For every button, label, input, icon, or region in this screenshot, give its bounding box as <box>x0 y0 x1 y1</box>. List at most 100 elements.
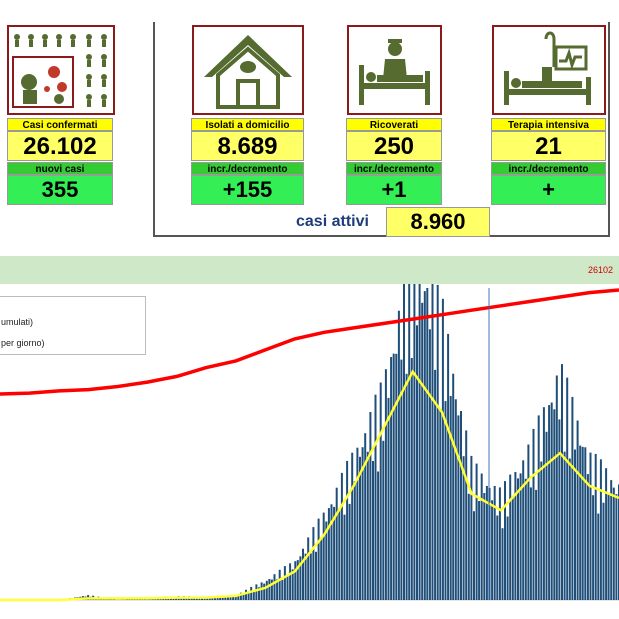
isolati-value: 8.689 <box>191 131 304 161</box>
daily-bar <box>498 487 501 600</box>
legend-item-cumulative: umulati) <box>1 317 34 327</box>
daily-bar <box>372 461 374 600</box>
daily-bar <box>524 478 527 600</box>
daily-bar <box>478 501 481 600</box>
daily-bar <box>594 453 597 600</box>
daily-bar <box>408 284 411 600</box>
daily-bar <box>568 458 571 600</box>
daily-bar <box>491 500 494 600</box>
terapia-value: 21 <box>491 131 606 161</box>
casi-confermati-label: Casi confermati <box>7 118 113 131</box>
daily-bar <box>320 537 323 600</box>
daily-bar <box>602 502 605 600</box>
daily-bar <box>423 291 426 600</box>
daily-bar <box>473 511 475 600</box>
hospital-bed-icon <box>347 25 442 115</box>
daily-bar <box>480 473 483 600</box>
daily-bar <box>309 553 312 600</box>
daily-bar <box>405 373 408 600</box>
daily-bar <box>273 574 276 600</box>
daily-bar <box>586 474 589 600</box>
daily-bar <box>431 284 434 600</box>
daily-bar <box>555 375 558 600</box>
daily-bar <box>351 452 354 600</box>
daily-bar <box>335 487 338 600</box>
daily-bar <box>576 420 579 600</box>
daily-bar <box>599 459 602 600</box>
panel-bottom-border <box>153 235 610 237</box>
daily-bar <box>519 473 522 600</box>
daily-bar <box>514 472 517 600</box>
daily-bar <box>338 509 341 600</box>
daily-bar <box>545 431 548 600</box>
chart-legend: umulati) per giorno) <box>0 296 146 355</box>
casi-confermati-value: 26.102 <box>7 131 113 161</box>
icu-bed-icon <box>492 25 606 115</box>
daily-bar <box>379 382 382 600</box>
terapia-delta-label: incr./decremento <box>491 162 606 175</box>
daily-bar <box>540 461 543 600</box>
daily-bar <box>615 494 618 600</box>
daily-bar <box>465 430 468 600</box>
daily-bar <box>561 364 563 600</box>
ricoverati-delta-value: +1 <box>346 175 442 205</box>
daily-bar <box>517 478 519 600</box>
daily-bar <box>506 516 509 600</box>
crowd-virus-icon <box>7 25 115 115</box>
daily-bar <box>392 353 395 600</box>
daily-bar <box>413 284 416 600</box>
daily-bar <box>566 377 569 600</box>
ricoverati-label: Ricoverati <box>346 118 442 131</box>
daily-bar <box>263 583 266 600</box>
daily-bar <box>330 504 333 600</box>
daily-bar <box>447 333 450 600</box>
isolati-label: Isolati a domicilio <box>191 118 304 131</box>
daily-bar <box>444 401 447 600</box>
daily-bar <box>312 527 315 600</box>
daily-bar <box>532 428 535 600</box>
daily-bar <box>467 493 470 600</box>
daily-bar <box>315 551 317 600</box>
daily-bar <box>348 503 351 600</box>
daily-bar <box>610 480 613 600</box>
daily-bar <box>436 284 439 600</box>
daily-bar <box>597 513 600 600</box>
isolati-delta-label: incr./decremento <box>191 162 304 175</box>
daily-bar <box>428 329 431 600</box>
daily-bar <box>245 589 247 600</box>
ricoverati-value: 250 <box>346 131 442 161</box>
daily-bar <box>397 310 400 600</box>
terapia-delta-value: + <box>491 175 606 205</box>
peak-annotation: 26102 <box>588 265 614 275</box>
daily-bar <box>509 474 512 600</box>
daily-bar <box>294 561 297 600</box>
daily-bar <box>605 468 608 600</box>
daily-bar <box>537 415 540 600</box>
daily-bar <box>374 394 377 600</box>
daily-bar <box>359 456 361 600</box>
daily-bar <box>390 357 393 600</box>
daily-bar <box>340 472 343 600</box>
daily-bar <box>250 586 253 600</box>
daily-bar <box>377 471 380 600</box>
isolati-delta-value: +155 <box>191 175 304 205</box>
chart-header-band <box>0 256 619 284</box>
nuovi-casi-label: nuovi casi <box>7 162 113 175</box>
casi-attivi-value: 8.960 <box>386 207 490 237</box>
daily-bar <box>527 444 530 600</box>
daily-bar <box>542 407 545 600</box>
daily-bar <box>283 566 286 600</box>
daily-bar <box>571 396 574 600</box>
daily-bar <box>454 399 457 600</box>
daily-bar <box>286 575 289 600</box>
daily-bar <box>470 455 473 600</box>
daily-bar <box>441 298 444 600</box>
daily-bar <box>382 440 385 600</box>
legend-item-daily: per giorno) <box>1 338 45 348</box>
daily-bar <box>346 460 349 600</box>
daily-bar <box>589 452 592 600</box>
daily-bar <box>584 447 587 600</box>
daily-bar <box>289 563 292 600</box>
daily-bar <box>353 481 356 600</box>
daily-bar <box>449 396 452 600</box>
